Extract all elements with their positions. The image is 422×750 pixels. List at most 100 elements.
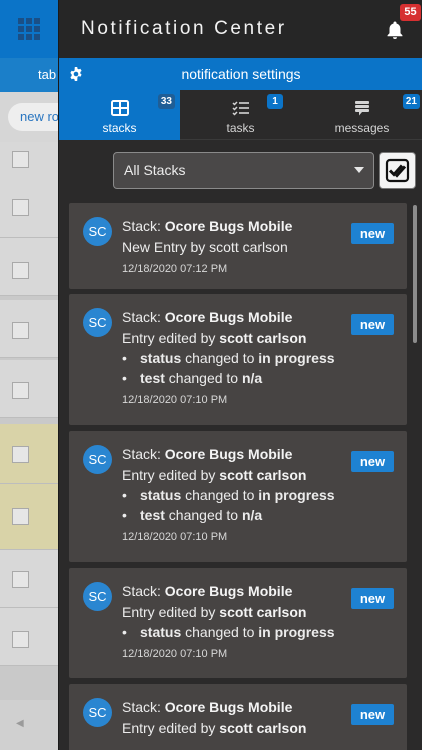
action-prefix: Entry edited by <box>122 720 220 736</box>
tab-messages[interactable]: 21 messages <box>301 90 422 140</box>
tab-label: tasks <box>226 121 255 135</box>
timestamp: 12/18/2020 07:12 PM <box>122 263 228 275</box>
stack-filter-value: All Stacks <box>124 162 186 178</box>
stack-prefix: Stack: <box>122 583 165 599</box>
notification-count-badge: 55 <box>400 4 421 21</box>
avatar: SC <box>83 582 112 611</box>
stack-line: Stack: Ocore Bugs Mobile <box>122 699 292 715</box>
row-checkbox[interactable] <box>12 446 29 463</box>
tab-badge: 33 <box>157 94 175 109</box>
table-row[interactable] <box>0 484 58 550</box>
new-badge: new <box>351 223 394 244</box>
timestamp: 12/18/2020 07:10 PM <box>122 648 228 660</box>
action-user: scott carlson <box>219 720 307 736</box>
new-badge: new <box>351 704 394 725</box>
action-line: Entry edited by scott carlson <box>122 330 306 346</box>
row-checkbox[interactable] <box>12 382 29 399</box>
stack-line: Stack: Ocore Bugs Mobile <box>122 309 292 325</box>
row-checkbox[interactable] <box>12 631 29 648</box>
avatar: SC <box>83 217 112 246</box>
panel-title: Notification Center <box>81 18 287 39</box>
table-row[interactable] <box>0 180 58 238</box>
app-menu-button[interactable] <box>0 0 58 58</box>
row-checkbox[interactable] <box>12 322 29 339</box>
change-value: n/a <box>241 370 263 386</box>
notification-tabs: 33 stacks 1 tasks 21 messages <box>59 90 422 140</box>
new-badge: new <box>351 451 394 472</box>
table-row[interactable] <box>0 360 58 418</box>
new-badge: new <box>351 588 394 609</box>
tab-stacks[interactable]: 33 stacks <box>59 90 180 140</box>
mark-all-read-button[interactable] <box>379 152 416 189</box>
tab-badge: 21 <box>402 94 420 109</box>
change-field: status <box>140 624 182 640</box>
row-checkbox[interactable] <box>12 508 29 525</box>
notification-card[interactable]: SC new Stack: Ocore Bugs Mobile Entry ed… <box>69 431 407 562</box>
action-user: scott carlson <box>219 330 307 346</box>
notification-settings-label: notification settings <box>181 66 301 82</box>
stack-name: Ocore Bugs Mobile <box>164 699 293 715</box>
table-row[interactable] <box>0 550 58 608</box>
stack-line: Stack: Ocore Bugs Mobile <box>122 446 292 462</box>
table-row[interactable] <box>0 424 58 484</box>
notification-card[interactable]: SC new Stack: Ocore Bugs Mobile Entry ed… <box>69 684 407 750</box>
avatar: SC <box>83 308 112 337</box>
stack-name: Ocore Bugs Mobile <box>164 583 293 599</box>
tab-label: stacks <box>102 121 137 135</box>
notification-center-panel: Notification Center 55 notification sett… <box>58 0 422 750</box>
change-mid: changed to <box>181 487 259 503</box>
background-tab[interactable]: tab <box>0 58 58 92</box>
stack-name: Ocore Bugs Mobile <box>164 309 293 325</box>
caret-down-icon <box>354 167 364 173</box>
tab-badge: 1 <box>267 94 283 109</box>
change-mid: changed to <box>181 350 259 366</box>
stack-name: Ocore Bugs Mobile <box>164 218 293 234</box>
change-value: in progress <box>258 624 335 640</box>
notification-card[interactable]: SC new Stack: Ocore Bugs Mobile Entry ed… <box>69 294 407 425</box>
row-checkbox[interactable] <box>12 199 29 216</box>
action-prefix: Entry edited by <box>122 604 220 620</box>
change-mid: changed to <box>164 507 242 523</box>
change-field: test <box>140 507 165 523</box>
action-prefix: Entry edited by <box>122 467 220 483</box>
stack-line: Stack: Ocore Bugs Mobile <box>122 583 292 599</box>
change-field: status <box>140 487 182 503</box>
pagination-first-icon[interactable]: ◀ <box>0 700 58 750</box>
notification-settings-button[interactable]: notification settings <box>59 58 422 90</box>
avatar: SC <box>83 698 112 727</box>
change-value: n/a <box>241 507 263 523</box>
stack-line: Stack: Ocore Bugs Mobile <box>122 218 292 234</box>
stack-prefix: Stack: <box>122 309 165 325</box>
row-checkbox[interactable] <box>12 262 29 279</box>
double-check-icon <box>385 158 410 183</box>
stack-prefix: Stack: <box>122 218 165 234</box>
notification-card[interactable]: SC new Stack: Ocore Bugs Mobile New Entr… <box>69 203 407 289</box>
change-value: in progress <box>258 487 335 503</box>
row-checkbox[interactable] <box>12 571 29 588</box>
table-row[interactable] <box>0 300 58 358</box>
row-checkbox[interactable] <box>12 151 29 168</box>
notification-card[interactable]: SC new Stack: Ocore Bugs Mobile Entry ed… <box>69 568 407 678</box>
table-row[interactable] <box>0 608 58 666</box>
bell-icon[interactable] <box>385 20 405 40</box>
action-line: Entry edited by scott carlson <box>122 720 306 736</box>
stack-name: Ocore Bugs Mobile <box>164 446 293 462</box>
action-line: Entry edited by scott carlson <box>122 604 306 620</box>
avatar: SC <box>83 445 112 474</box>
action-user: scott carlson <box>219 467 307 483</box>
action-prefix: Entry edited by <box>122 330 220 346</box>
action-line: Entry edited by scott carlson <box>122 467 306 483</box>
action-user: scott carlson <box>219 604 307 620</box>
grid-icon <box>110 100 129 116</box>
list-scrollbar[interactable] <box>413 205 417 343</box>
table-row[interactable] <box>0 238 58 296</box>
change-field: test <box>140 370 165 386</box>
stack-filter-select[interactable]: All Stacks <box>113 152 374 189</box>
action-line: New Entry by scott carlson <box>122 239 288 255</box>
change-mid: changed to <box>164 370 242 386</box>
tab-label: messages <box>334 121 390 135</box>
panel-header: Notification Center 55 <box>59 0 422 58</box>
timestamp: 12/18/2020 07:10 PM <box>122 531 228 543</box>
checklist-icon <box>231 101 249 116</box>
tab-tasks[interactable]: 1 tasks <box>180 90 301 140</box>
